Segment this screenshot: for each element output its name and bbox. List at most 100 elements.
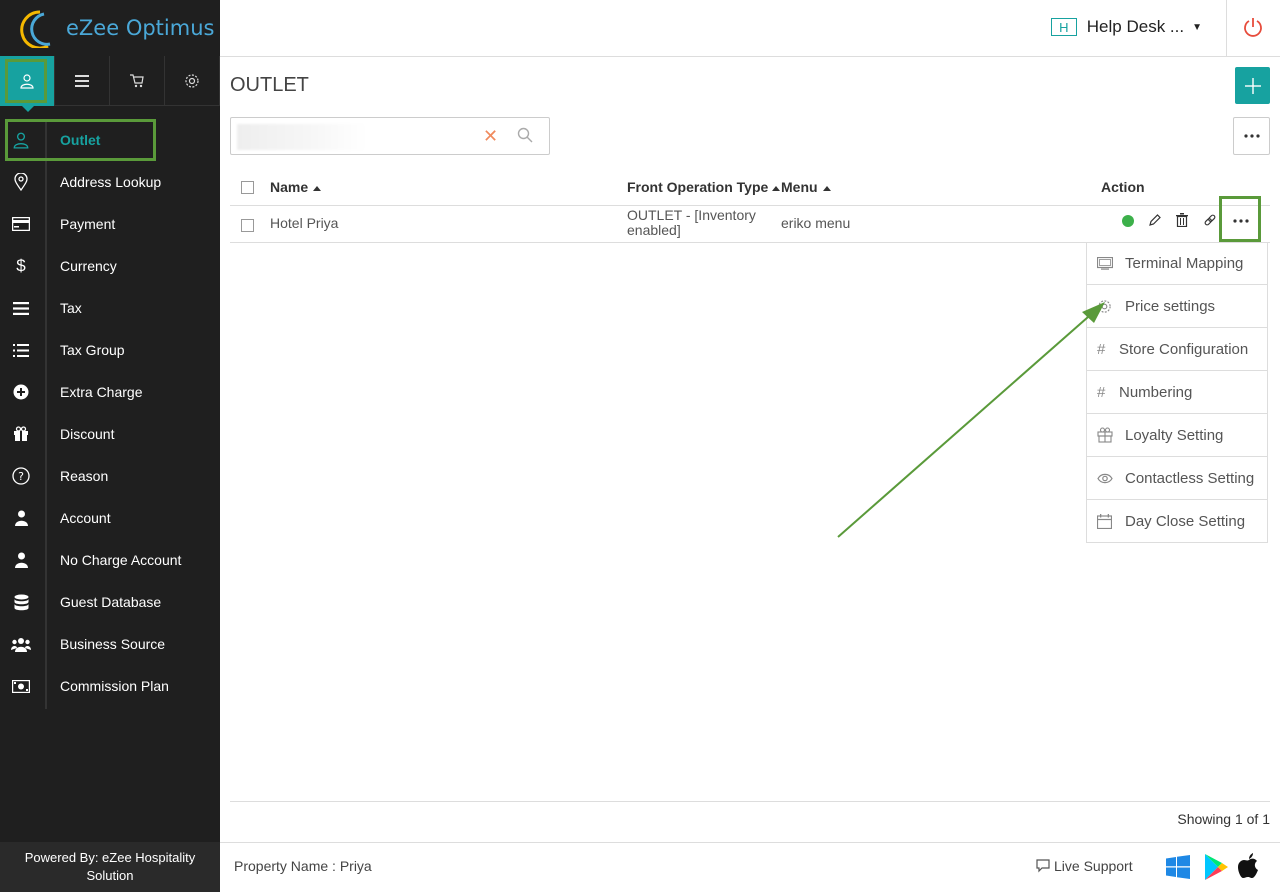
sidebar-item-outlet[interactable]: Outlet	[0, 119, 220, 161]
sidebar-item-extra-charge[interactable]: Extra Charge	[0, 371, 220, 413]
sidebar-item-tax[interactable]: Tax	[0, 287, 220, 329]
eye-icon	[1097, 473, 1113, 483]
sidebar-item-currency[interactable]: $ Currency	[0, 245, 220, 287]
google-play-icon[interactable]	[1203, 853, 1229, 881]
sort-asc-icon	[772, 185, 781, 191]
map-pin-icon	[14, 173, 28, 191]
property-selector[interactable]: H Help Desk ... ▼	[1050, 17, 1202, 37]
hash-icon: #	[1097, 383, 1106, 401]
sidebar-item-business-source[interactable]: Business Source	[0, 623, 220, 665]
property-name-label: Property Name : Priya	[234, 858, 372, 874]
cell-front-op: OUTLET - [Inventory enabled]	[627, 207, 756, 238]
sidebar-item-label: Discount	[60, 426, 115, 442]
link-icon[interactable]	[1203, 213, 1217, 227]
gear-icon	[1098, 299, 1111, 313]
person-icon	[14, 510, 28, 526]
column-header-name[interactable]: Name	[270, 179, 322, 195]
user-icon	[13, 132, 29, 149]
column-header-menu[interactable]: Menu	[781, 179, 831, 195]
header-divider	[1226, 0, 1227, 57]
topnav-cart[interactable]	[110, 56, 165, 106]
more-horizontal-icon	[1243, 134, 1260, 138]
sidebar-item-no-charge-account[interactable]: No Charge Account	[0, 539, 220, 581]
plus-circle-icon	[13, 384, 29, 400]
hash-icon: #	[1097, 340, 1106, 358]
row-checkbox[interactable]	[241, 219, 254, 232]
page-title: OUTLET	[230, 74, 309, 96]
topnav-settings[interactable]	[165, 56, 220, 106]
sidebar-item-label: Commission Plan	[60, 678, 169, 694]
monitor-icon	[1097, 257, 1113, 270]
sidebar-item-guest-database[interactable]: Guest Database	[0, 581, 220, 623]
menu-item-terminal-mapping[interactable]: Terminal Mapping	[1086, 242, 1268, 285]
property-badge: H	[1050, 18, 1077, 36]
sidebar-item-label: Tax Group	[60, 342, 125, 358]
users-icon	[11, 637, 31, 652]
sidebar-item-commission-plan[interactable]: Commission Plan	[0, 665, 220, 707]
cell-name: Hotel Priya	[270, 215, 339, 231]
sidebar-item-account[interactable]: Account	[0, 497, 220, 539]
menu-item-numbering[interactable]: # Numbering	[1086, 371, 1268, 414]
row-actions-dropdown: Terminal Mapping Price settings # Store …	[1086, 242, 1268, 543]
sidebar-item-label: Outlet	[60, 132, 101, 148]
more-options-button[interactable]	[1233, 117, 1270, 155]
pagination-info: Showing 1 of 1	[1177, 811, 1270, 827]
status-active-icon[interactable]	[1122, 215, 1134, 227]
search-box: ✕	[230, 117, 550, 155]
apple-icon[interactable]	[1238, 853, 1260, 879]
search-icon[interactable]	[517, 127, 533, 143]
sidebar-item-label: Account	[60, 510, 111, 526]
delete-icon[interactable]	[1176, 213, 1188, 227]
cell-menu: eriko menu	[781, 215, 851, 231]
cart-icon	[130, 74, 144, 88]
sidebar-item-label: Guest Database	[60, 594, 162, 610]
edit-icon[interactable]	[1148, 213, 1162, 227]
menu-item-store-configuration[interactable]: # Store Configuration	[1086, 328, 1268, 371]
database-icon	[14, 594, 28, 610]
sidebar-menu: Outlet Address Lookup Payment $ Currency…	[0, 119, 220, 709]
money-icon	[12, 679, 30, 693]
power-icon[interactable]	[1242, 16, 1264, 38]
table-row: Hotel Priya OUTLET - [Inventory enabled]…	[230, 206, 1270, 243]
gear-icon	[185, 74, 199, 88]
sidebar-item-label: Currency	[60, 258, 117, 274]
plus-icon	[1244, 77, 1261, 94]
user-icon	[20, 74, 34, 89]
list-icon	[13, 343, 29, 357]
sidebar-item-discount[interactable]: Discount	[0, 413, 220, 455]
chat-icon	[1036, 859, 1050, 873]
sidebar-item-tax-group[interactable]: Tax Group	[0, 329, 220, 371]
menu-item-day-close-setting[interactable]: Day Close Setting	[1086, 500, 1268, 543]
person-icon	[14, 552, 28, 568]
sidebar-item-label: Address Lookup	[60, 174, 162, 190]
topnav-list[interactable]	[55, 56, 110, 106]
table-footer-divider	[230, 801, 1270, 802]
brand-name: eZee Optimus	[66, 16, 215, 40]
logo[interactable]: eZee Optimus	[0, 0, 220, 56]
ezee-logo-icon	[20, 10, 51, 48]
property-name: Help Desk ...	[1086, 17, 1185, 36]
menu-item-loyalty-setting[interactable]: Loyalty Setting	[1086, 414, 1268, 457]
sidebar-item-label: No Charge Account	[60, 552, 182, 568]
sidebar-item-label: Extra Charge	[60, 384, 143, 400]
sidebar-item-address-lookup[interactable]: Address Lookup	[0, 161, 220, 203]
select-all-checkbox[interactable]	[241, 181, 254, 194]
sidebar-item-reason[interactable]: ? Reason	[0, 455, 220, 497]
windows-icon[interactable]	[1166, 855, 1190, 879]
menu-item-contactless-setting[interactable]: Contactless Setting	[1086, 457, 1268, 500]
search-input[interactable]	[237, 124, 367, 150]
clear-icon[interactable]: ✕	[483, 126, 498, 147]
row-more-button[interactable]	[1222, 206, 1260, 236]
chevron-down-icon: ▼	[1192, 21, 1202, 33]
dollar-icon: $	[16, 256, 26, 275]
credit-card-icon	[12, 217, 30, 231]
sidebar-item-payment[interactable]: Payment	[0, 203, 220, 245]
sort-asc-icon	[313, 185, 322, 191]
add-outlet-button[interactable]	[1235, 67, 1270, 104]
table-header: Name Front Operation Type Menu Action	[230, 168, 1270, 206]
footer: Property Name : Priya Live Support	[220, 842, 1280, 892]
column-header-front-op[interactable]: Front Operation Type	[627, 179, 781, 195]
live-support-link[interactable]: Live Support	[1036, 858, 1133, 874]
menu-item-price-settings[interactable]: Price settings	[1086, 285, 1268, 328]
topnav-user[interactable]	[0, 56, 55, 112]
